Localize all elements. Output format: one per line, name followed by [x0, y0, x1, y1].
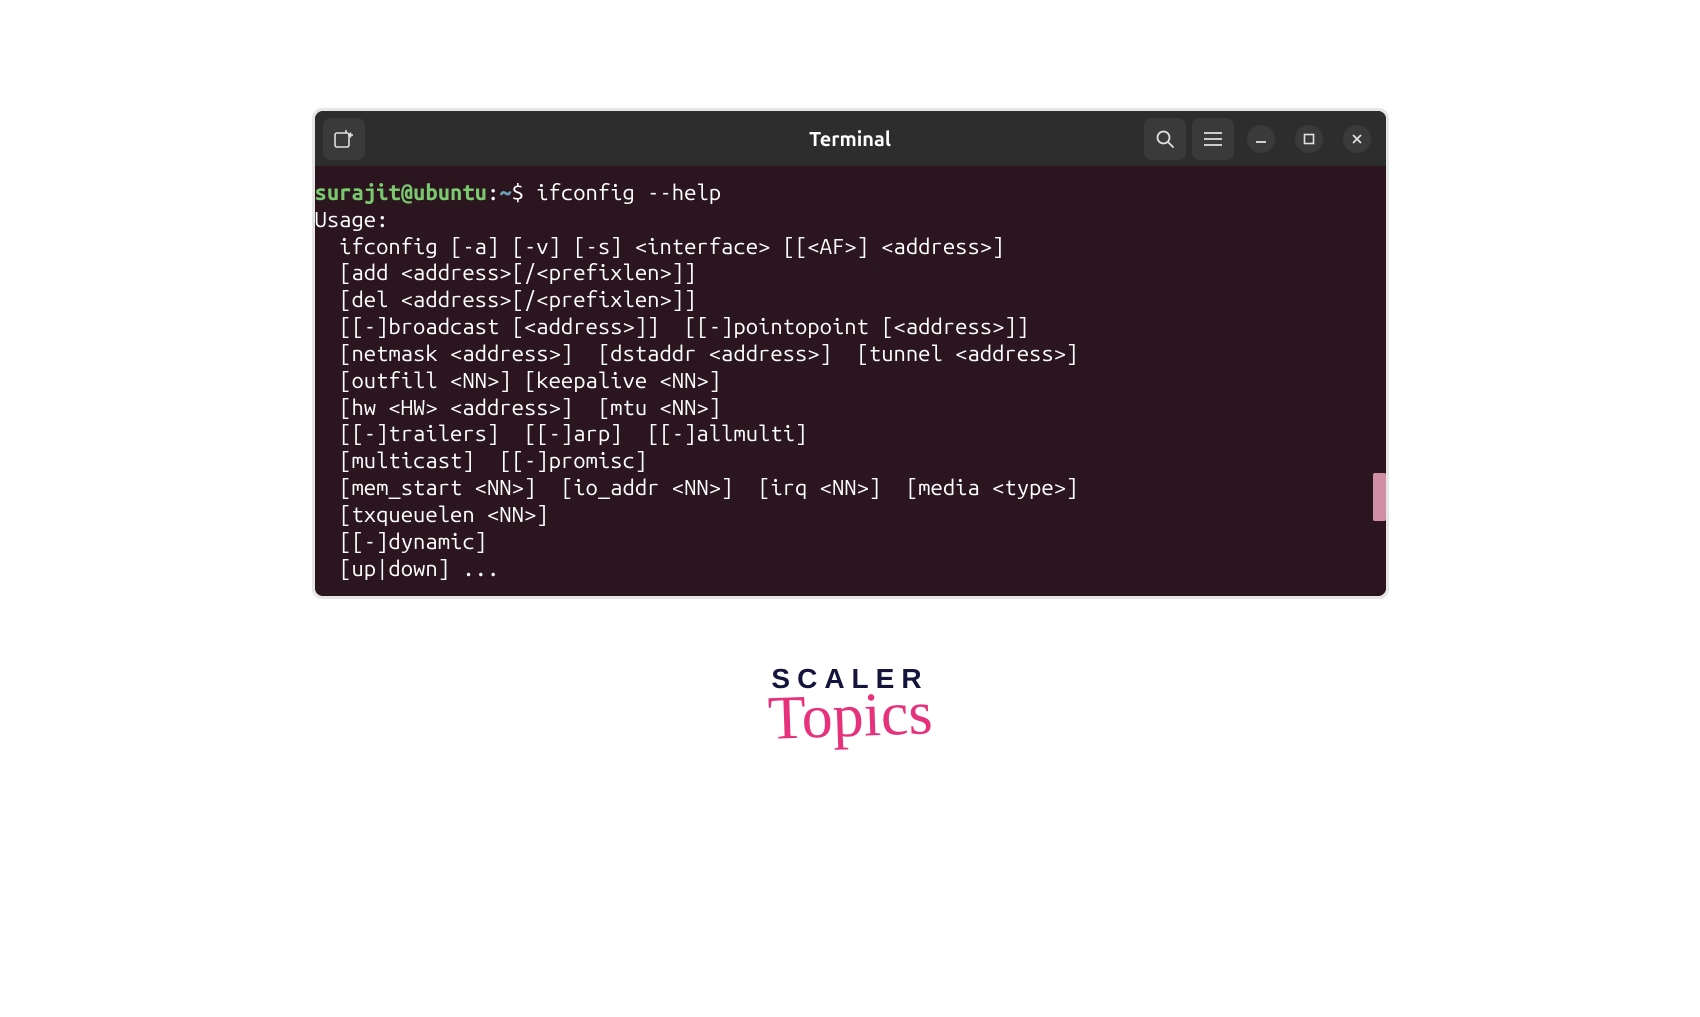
output-line: [outfill <NN>] [keepalive <NN>]	[315, 368, 1386, 395]
search-icon	[1155, 129, 1175, 149]
command-text: ifconfig --help	[536, 180, 721, 205]
menu-button[interactable]	[1192, 118, 1234, 160]
prompt-colon: :	[487, 180, 499, 205]
output-line: [hw <HW> <address>] [mtu <NN>]	[315, 395, 1386, 422]
prompt-dollar: $	[512, 180, 537, 205]
output-line: [[-]trailers] [[-]arp] [[-]allmulti]	[315, 421, 1386, 448]
close-button[interactable]	[1336, 118, 1378, 160]
maximize-icon	[1303, 133, 1315, 145]
output-line: [netmask <address>] [dstaddr <address>] …	[315, 341, 1386, 368]
output-line: [multicast] [[-]promisc]	[315, 448, 1386, 475]
scrollbar-thumb[interactable]	[1373, 473, 1386, 521]
output-line: [del <address>[/<prefixlen>]]	[315, 287, 1386, 314]
output-line: [up|down] ...	[315, 556, 1386, 583]
hamburger-icon	[1204, 132, 1222, 146]
titlebar: Terminal	[315, 111, 1386, 166]
terminal-body[interactable]: surajit@ubuntu:~$ ifconfig --helpUsage: …	[315, 166, 1386, 596]
terminal-window: Terminal	[315, 111, 1386, 596]
output-line: ifconfig [-a] [-v] [-s] <interface> [[<A…	[315, 234, 1386, 261]
terminal-window-frame: Terminal	[312, 108, 1389, 599]
output-line: [mem_start <NN>] [io_addr <NN>] [irq <NN…	[315, 475, 1386, 502]
output-line: [[-]broadcast [<address>]] [[-]pointopoi…	[315, 314, 1386, 341]
brand-line2: Topics	[767, 683, 933, 751]
minimize-icon	[1255, 133, 1267, 145]
prompt-path: ~	[499, 180, 511, 205]
output-line: [txqueuelen <NN>]	[315, 502, 1386, 529]
prompt-userhost: surajit@ubuntu	[315, 180, 487, 205]
minimize-button[interactable]	[1240, 118, 1282, 160]
new-tab-icon	[334, 130, 354, 148]
new-tab-button[interactable]	[323, 118, 365, 160]
output-line: [[-]dynamic]	[315, 529, 1386, 556]
brand-logo: SCALER Topics	[768, 665, 932, 747]
output-line: [add <address>[/<prefixlen>]]	[315, 260, 1386, 287]
prompt-line: surajit@ubuntu:~$ ifconfig --help	[315, 180, 1386, 207]
window-title: Terminal	[809, 127, 891, 150]
output-line: Usage:	[315, 207, 1386, 234]
close-icon	[1351, 133, 1363, 145]
search-button[interactable]	[1144, 118, 1186, 160]
maximize-button[interactable]	[1288, 118, 1330, 160]
